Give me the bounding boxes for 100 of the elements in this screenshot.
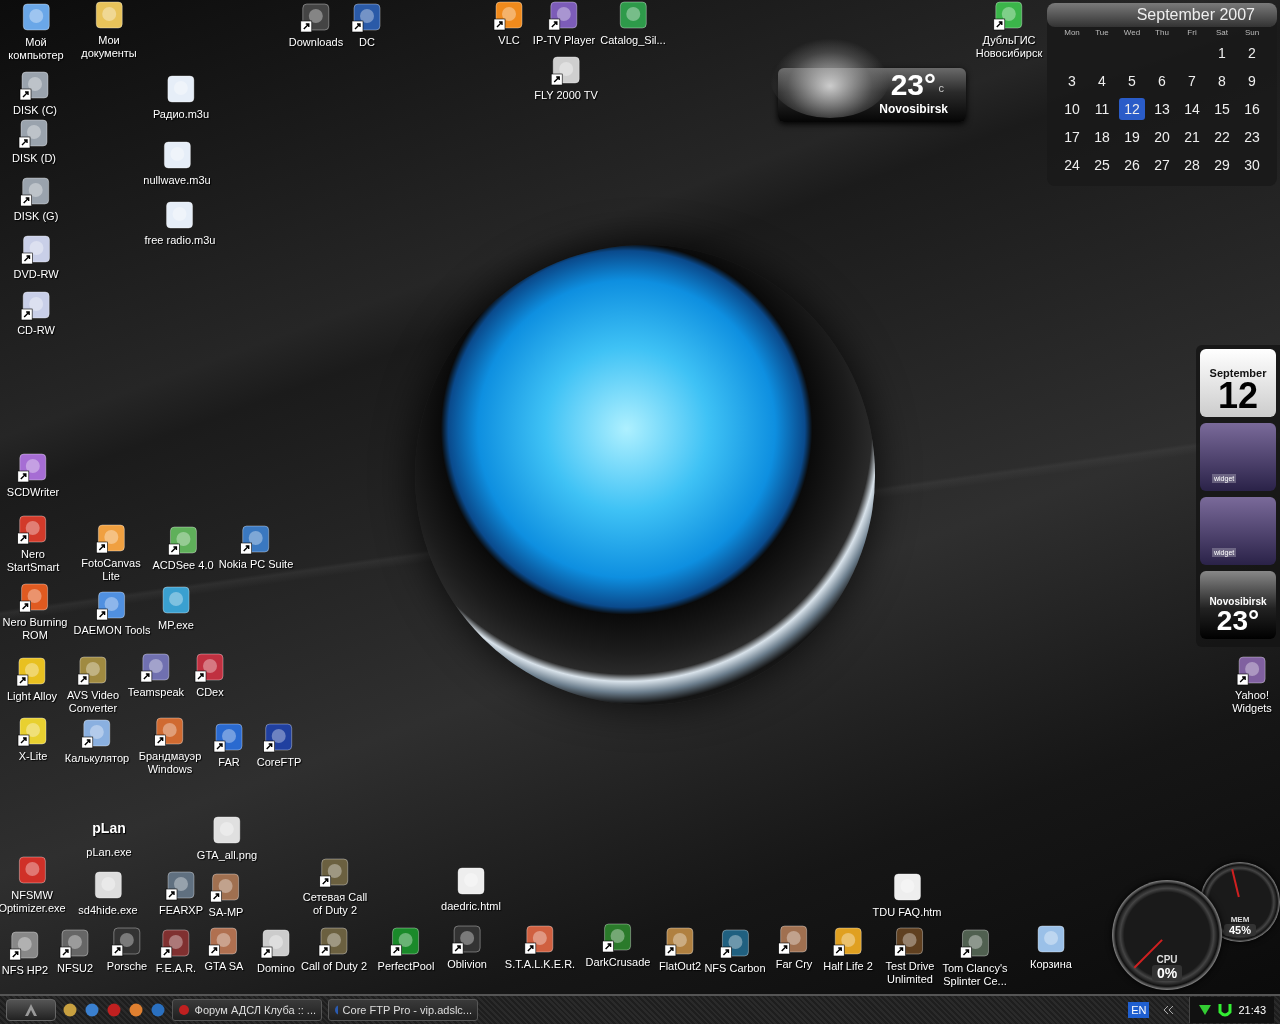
desktop-shortcut[interactable]: SCDWriter (6, 452, 60, 499)
desktop-shortcut[interactable]: CDex (194, 652, 226, 699)
calendar-day[interactable]: 26 (1119, 154, 1145, 176)
desktop-shortcut[interactable]: Брандмауэр Windows (138, 716, 202, 776)
desktop-shortcut[interactable]: Downloads (288, 2, 344, 49)
weather-tile[interactable]: Novosibirsk 23° (1200, 571, 1276, 639)
app-icon[interactable] (150, 1002, 166, 1018)
desktop-shortcut[interactable]: SA-MP (208, 872, 244, 919)
desktop-shortcut[interactable]: Калькулятор (64, 718, 130, 765)
calendar-day[interactable]: 23 (1239, 126, 1265, 148)
desktop-shortcut[interactable]: FlatOut2 (658, 926, 702, 973)
desktop-shortcut[interactable]: Oblivion (447, 924, 487, 971)
desktop-shortcut[interactable]: Радио.m3u (152, 74, 210, 121)
desktop-shortcut[interactable]: PerfectPool (377, 926, 435, 973)
desktop-shortcut[interactable]: Half Life 2 (823, 926, 873, 973)
calendar-day[interactable]: 5 (1119, 70, 1145, 92)
calendar-day[interactable]: 16 (1239, 98, 1265, 120)
calendar-tile[interactable]: September 12 (1200, 349, 1276, 417)
desktop-shortcut[interactable]: Yahoo! Widgets (1232, 655, 1272, 715)
calendar-day[interactable]: 21 (1179, 126, 1205, 148)
desktop-shortcut[interactable]: FAR (213, 722, 245, 769)
calendar-day[interactable]: 20 (1149, 126, 1175, 148)
desktop-shortcut[interactable]: daedric.html (441, 866, 501, 913)
taskbar-button[interactable]: Core FTP Pro - vip.adslc... (328, 999, 478, 1021)
desktop-shortcut[interactable]: ACDSee 4.0 (152, 525, 214, 572)
desktop-shortcut[interactable]: TDU FAQ.htm (872, 872, 942, 919)
desktop-shortcut[interactable]: FotoCanvas Lite (81, 523, 141, 583)
desktop-shortcut[interactable]: F.E.A.R. (155, 928, 197, 975)
desktop-shortcut[interactable]: DC (351, 2, 383, 49)
calendar-day[interactable]: 9 (1239, 70, 1265, 92)
desktop-shortcut[interactable]: S.T.A.L.K.E.R. (504, 924, 576, 971)
calendar-day[interactable]: 14 (1179, 98, 1205, 120)
app-icon[interactable] (128, 1002, 144, 1018)
calendar-day[interactable]: 10 (1059, 98, 1085, 120)
calendar-day[interactable]: 18 (1089, 126, 1115, 148)
desktop-shortcut[interactable]: Domino (257, 928, 295, 975)
desktop-shortcut[interactable]: AVS Video Converter (66, 655, 120, 715)
desktop-shortcut[interactable]: X-Lite (17, 716, 49, 763)
calendar-day[interactable]: 11 (1089, 98, 1115, 120)
desktop-shortcut[interactable]: GTA_all.png (196, 815, 258, 862)
desktop-shortcut[interactable]: Light Alloy (6, 656, 58, 703)
desktop-shortcut[interactable]: FLY 2000 TV (534, 55, 598, 102)
desktop-shortcut[interactable]: Мой компьютер (8, 2, 64, 62)
app-icon[interactable] (62, 1002, 78, 1018)
calendar-day[interactable]: 4 (1089, 70, 1115, 92)
calendar-day[interactable]: 27 (1149, 154, 1175, 176)
desktop-shortcut[interactable]: DarkCrusade (585, 922, 651, 969)
calendar-day[interactable]: 25 (1089, 154, 1115, 176)
desktop-shortcut[interactable]: MP.exe (158, 585, 194, 632)
calendar-day[interactable]: 15 (1209, 98, 1235, 120)
tray-icon[interactable] (1218, 1002, 1233, 1018)
calendar-day[interactable]: 7 (1179, 70, 1205, 92)
desktop-shortcut[interactable]: IP-TV Player (532, 0, 596, 47)
calendar-day[interactable]: 1 (1209, 42, 1235, 64)
clock[interactable]: 21:43 (1238, 1004, 1266, 1016)
start-button[interactable] (6, 999, 56, 1021)
desktop-shortcut[interactable]: Porsche (106, 926, 148, 973)
desktop-shortcut[interactable]: Корзина (1030, 924, 1072, 971)
desktop-shortcut[interactable]: VLC (493, 0, 525, 47)
browser-icon[interactable] (84, 1002, 100, 1018)
desktop-shortcut[interactable]: CD-RW (17, 290, 55, 337)
desktop-shortcut[interactable]: Test Drive Unlimited (885, 926, 935, 986)
desktop-shortcut[interactable]: nullwave.m3u (143, 140, 211, 187)
desktop-shortcut[interactable]: ДубльГИС Новосибирск (975, 0, 1043, 60)
desktop-shortcut[interactable]: Teamspeak (127, 652, 185, 699)
calendar-day[interactable]: 3 (1059, 70, 1085, 92)
desktop-shortcut[interactable]: pLan pLan.exe (86, 812, 132, 859)
desktop-shortcut[interactable]: GTA SA (204, 926, 244, 973)
desktop-shortcut[interactable]: Call of Duty 2 (301, 926, 367, 973)
desktop-shortcut[interactable]: Nokia PC Suite (218, 524, 294, 571)
calendar-day[interactable]: 17 (1059, 126, 1085, 148)
calendar-day[interactable]: 24 (1059, 154, 1085, 176)
desktop-shortcut[interactable]: DISK (D) (12, 118, 56, 165)
calendar-day[interactable]: 8 (1209, 70, 1235, 92)
desktop-shortcut[interactable]: Сетевая Call of Duty 2 (302, 857, 368, 917)
calendar-day[interactable]: 2 (1239, 42, 1265, 64)
desktop-shortcut[interactable]: CoreFTP (256, 722, 302, 769)
desktop-shortcut[interactable]: free radio.m3u (144, 200, 216, 247)
calendar-day[interactable]: 28 (1179, 154, 1205, 176)
desktop-shortcut[interactable]: Far Cry (775, 924, 813, 971)
calendar-day[interactable]: 19 (1119, 126, 1145, 148)
calendar-day[interactable]: 13 (1149, 98, 1175, 120)
desktop-shortcut[interactable]: DAEMON Tools (73, 590, 151, 637)
calendar-day[interactable]: 29 (1209, 154, 1235, 176)
desktop-shortcut[interactable]: DISK (C) (13, 70, 57, 117)
taskbar-button[interactable]: Форум АДСЛ Клуба :: ... (172, 999, 322, 1021)
desktop-shortcut[interactable]: DVD-RW (13, 234, 59, 281)
desktop-shortcut[interactable]: Catalog_Sil... (600, 0, 666, 47)
calendar-day[interactable]: 12 (1119, 98, 1145, 120)
desktop-shortcut[interactable]: NFS Carbon (704, 928, 766, 975)
desktop-shortcut[interactable]: Мои документы (81, 0, 137, 60)
desktop-shortcut[interactable]: Nero StartSmart (6, 514, 60, 574)
desktop-shortcut[interactable]: FEARXP (159, 870, 203, 917)
desktop-shortcut[interactable]: Tom Clancy's Splinter Ce... (942, 928, 1008, 988)
calendar-day[interactable]: 30 (1239, 154, 1265, 176)
desktop-shortcut[interactable]: Nero Burning ROM (2, 582, 68, 642)
calendar-day[interactable]: 22 (1209, 126, 1235, 148)
language-indicator[interactable]: EN (1128, 1002, 1150, 1018)
desktop-shortcut[interactable]: sd4hide.exe (78, 870, 138, 917)
desktop-shortcut[interactable]: DISK (G) (13, 176, 59, 223)
